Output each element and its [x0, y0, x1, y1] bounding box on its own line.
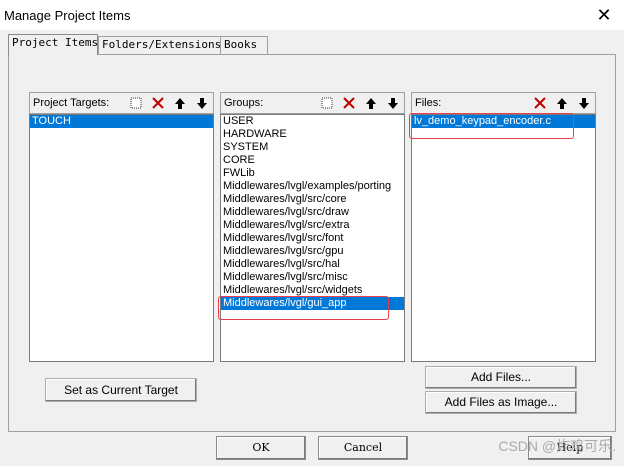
groups-header: Groups: [220, 92, 405, 114]
list-item[interactable]: Middlewares/lvgl/src/hal [221, 258, 404, 271]
list-item[interactable]: Middlewares/lvgl/src/font [221, 232, 404, 245]
title-bar: Manage Project Items ✕ [0, 0, 624, 30]
groups-panel: Groups: USER HARDWARE SYSTEM CORE FWLib … [220, 92, 405, 362]
list-item[interactable]: CORE [221, 154, 404, 167]
list-item[interactable]: FWLib [221, 167, 404, 180]
list-item[interactable]: lv_demo_keypad_encoder.c [412, 115, 595, 128]
ok-button[interactable]: OK [216, 436, 306, 460]
files-panel: Files: lv_demo_keypad_encoder.c [411, 92, 596, 362]
move-up-icon[interactable] [554, 95, 570, 111]
list-item[interactable]: Middlewares/lvgl/src/misc [221, 271, 404, 284]
project-targets-panel: Project Targets: TOUCH [29, 92, 214, 362]
move-down-icon[interactable] [385, 95, 401, 111]
delete-icon[interactable] [150, 95, 166, 111]
move-down-icon[interactable] [576, 95, 592, 111]
list-item[interactable]: Middlewares/lvgl/src/draw [221, 206, 404, 219]
project-targets-header: Project Targets: [29, 92, 214, 114]
groups-list[interactable]: USER HARDWARE SYSTEM CORE FWLib Middlewa… [220, 114, 405, 362]
cancel-button[interactable]: Cancel [318, 436, 408, 460]
delete-icon[interactable] [341, 95, 357, 111]
list-item[interactable]: Middlewares/lvgl/src/core [221, 193, 404, 206]
tab-books[interactable]: Books [220, 36, 268, 54]
list-item[interactable]: Middlewares/lvgl/src/extra [221, 219, 404, 232]
list-item[interactable]: Middlewares/lvgl/examples/porting [221, 180, 404, 193]
list-item[interactable]: Middlewares/lvgl/src/widgets [221, 284, 404, 297]
move-down-icon[interactable] [194, 95, 210, 111]
close-icon[interactable]: ✕ [594, 5, 614, 25]
add-files-as-image-button[interactable]: Add Files as Image... [425, 391, 577, 414]
list-item-selected[interactable]: Middlewares/lvgl/gui_app [221, 297, 404, 310]
project-targets-list[interactable]: TOUCH [29, 114, 214, 362]
window-title: Manage Project Items [4, 8, 131, 23]
move-up-icon[interactable] [363, 95, 379, 111]
delete-icon[interactable] [532, 95, 548, 111]
files-header: Files: [411, 92, 596, 114]
groups-label: Groups: [224, 97, 264, 109]
set-current-target-button[interactable]: Set as Current Target [45, 378, 197, 402]
files-list[interactable]: lv_demo_keypad_encoder.c [411, 114, 596, 362]
move-up-icon[interactable] [172, 95, 188, 111]
tab-project-items[interactable]: Project Items [8, 34, 98, 55]
project-targets-label: Project Targets: [33, 97, 110, 109]
list-item[interactable]: Middlewares/lvgl/src/gpu [221, 245, 404, 258]
add-files-button[interactable]: Add Files... [425, 366, 577, 389]
new-icon[interactable] [319, 95, 335, 111]
list-item[interactable]: SYSTEM [221, 141, 404, 154]
list-item[interactable]: HARDWARE [221, 128, 404, 141]
files-label: Files: [415, 97, 442, 109]
list-item[interactable]: USER [221, 115, 404, 128]
tab-folders-extensions[interactable]: Folders/Extensions [98, 36, 222, 54]
new-icon[interactable] [128, 95, 144, 111]
list-item[interactable]: TOUCH [30, 115, 213, 128]
watermark-text: CSDN @炸鸡可乐. [498, 438, 616, 454]
